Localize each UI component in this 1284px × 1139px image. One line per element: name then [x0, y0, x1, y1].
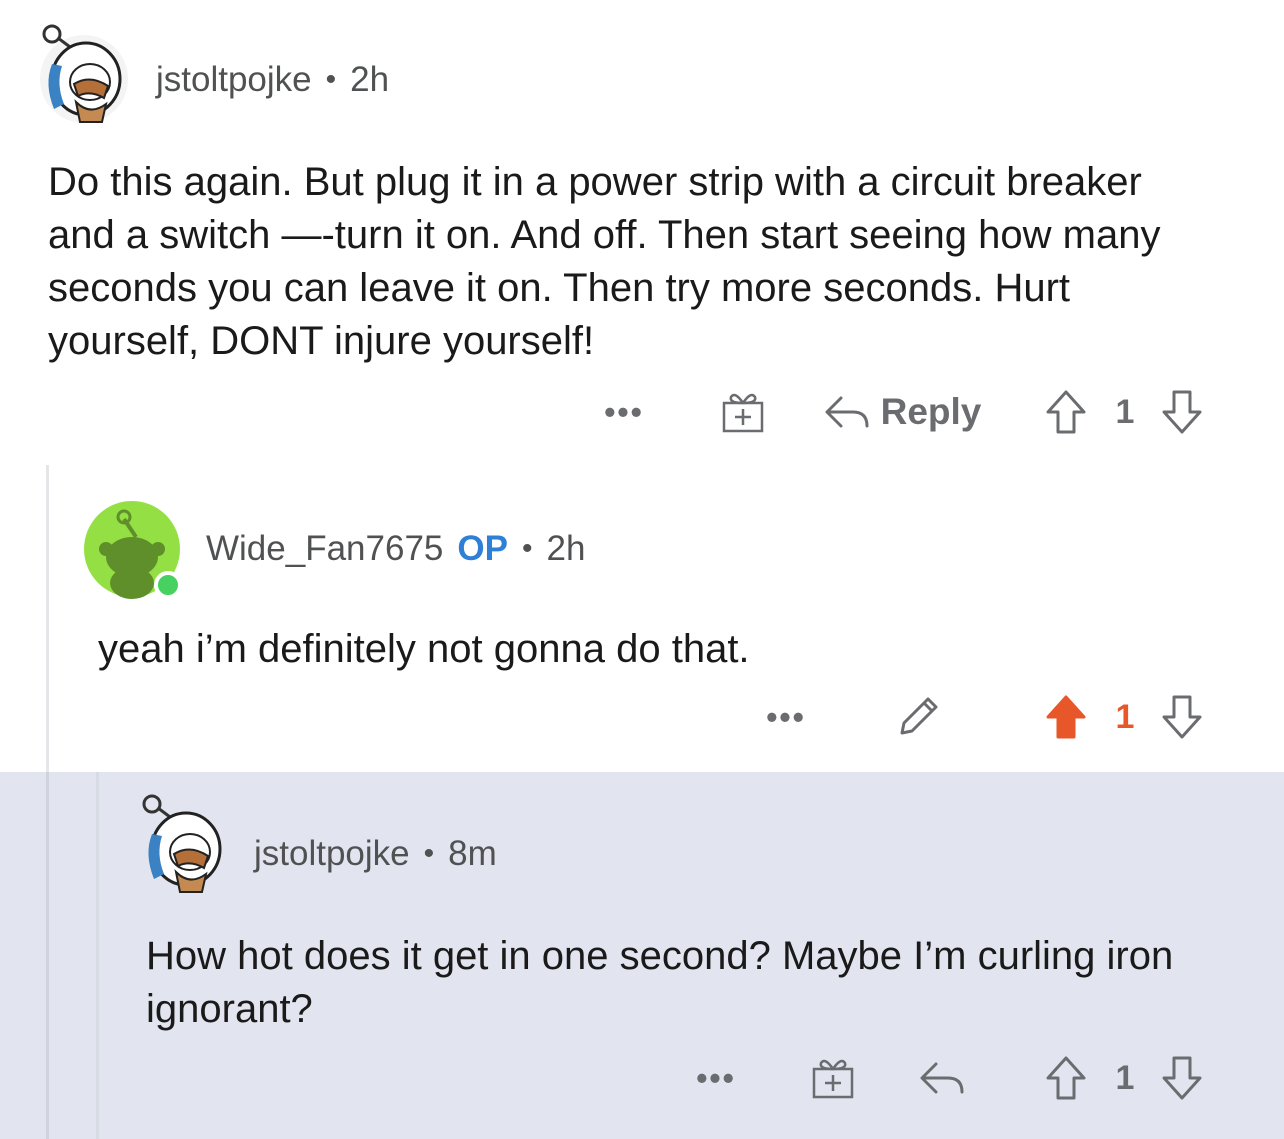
comment-body: How hot does it get in one second? Maybe… — [146, 934, 1174, 1031]
upvote-arrow-icon — [1046, 695, 1086, 739]
upvote-button[interactable] — [1040, 384, 1092, 440]
separator-dot: • — [325, 63, 337, 96]
default-snoo-avatar-icon — [84, 501, 182, 599]
pencil-icon — [900, 697, 938, 735]
avatar[interactable] — [34, 24, 134, 124]
reply-button[interactable] — [914, 1050, 970, 1106]
snoo-avatar-icon — [142, 794, 222, 893]
upvote-button[interactable] — [1040, 1050, 1092, 1106]
separator-dot: • — [423, 837, 435, 870]
reply-button[interactable]: Reply — [812, 384, 992, 440]
more-options-button[interactable]: ••• — [688, 1050, 744, 1106]
gift-icon — [722, 393, 764, 433]
upvote-arrow-icon — [1046, 1056, 1086, 1100]
username[interactable]: jstoltpojke — [156, 60, 312, 100]
avatar[interactable] — [84, 501, 184, 601]
gift-button[interactable] — [806, 1050, 860, 1106]
comment-2: Wide_Fan7675 OP • 2h yeah i’m definitely… — [0, 465, 1284, 772]
op-badge: OP — [457, 529, 508, 568]
downvote-arrow-icon — [1162, 695, 1202, 739]
reply-arrow-icon — [920, 1062, 964, 1094]
downvote-button[interactable] — [1156, 1050, 1208, 1106]
comment-3: jstoltpojke • 8m How hot does it get in … — [0, 772, 1284, 1139]
comment-meta: jstoltpojke • 2h — [156, 60, 389, 100]
username[interactable]: Wide_Fan7675 — [206, 529, 443, 569]
comment-body: yeah i’m definitely not gonna do that. — [98, 627, 750, 671]
vote-score: 1 — [1115, 697, 1135, 736]
gift-button[interactable] — [716, 384, 770, 440]
vote-score: 1 — [1115, 392, 1135, 431]
avatar[interactable] — [134, 794, 234, 894]
comment-actions: ••• 1 — [0, 1050, 1284, 1110]
comment-1: jstoltpojke • 2h Do this again. But plug… — [0, 0, 1284, 465]
comment-body: Do this again. But plug it in a power st… — [48, 160, 1161, 363]
vote-score: 1 — [1115, 1058, 1135, 1097]
timestamp: 2h — [350, 60, 390, 99]
downvote-arrow-icon — [1162, 1056, 1202, 1100]
gift-icon — [812, 1059, 854, 1099]
timestamp: 2h — [546, 529, 586, 568]
downvote-button[interactable] — [1156, 689, 1208, 745]
comment-actions: ••• Reply 1 — [0, 384, 1284, 444]
snoo-avatar-icon — [40, 24, 128, 123]
more-options-button[interactable]: ••• — [596, 384, 652, 440]
more-options-button[interactable]: ••• — [758, 689, 814, 745]
upvote-button[interactable] — [1040, 689, 1092, 745]
reply-label: Reply — [880, 391, 982, 432]
username[interactable]: jstoltpojke — [254, 834, 410, 874]
comment-meta: jstoltpojke • 8m — [254, 834, 497, 874]
separator-dot: • — [521, 532, 533, 565]
comment-actions: ••• 1 — [0, 689, 1284, 749]
reply-arrow-icon — [825, 396, 869, 428]
upvote-arrow-icon — [1046, 390, 1086, 434]
edit-button[interactable] — [890, 689, 946, 745]
timestamp: 8m — [448, 834, 497, 873]
downvote-button[interactable] — [1156, 384, 1208, 440]
comment-meta: Wide_Fan7675 OP • 2h — [206, 529, 585, 569]
downvote-arrow-icon — [1162, 390, 1202, 434]
